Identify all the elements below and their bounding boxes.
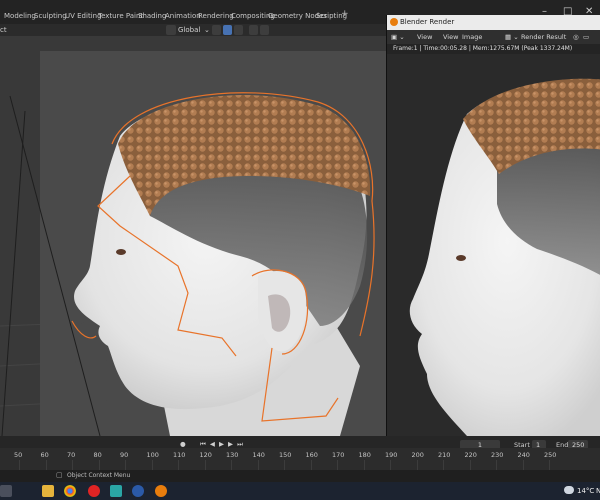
ruler-tick-label: 90 xyxy=(120,451,129,459)
blender-taskbar-icon[interactable] xyxy=(155,485,167,497)
guide-line xyxy=(1,110,26,436)
snap-target-icon[interactable] xyxy=(234,25,243,35)
ruler-tick-label: 230 xyxy=(491,451,504,459)
ruler-tick-label: 250 xyxy=(544,451,557,459)
render-result-canvas[interactable] xyxy=(387,54,600,436)
ruler-tick-line xyxy=(549,460,550,470)
ruler-tick-line xyxy=(231,460,232,470)
image-menu[interactable]: Image xyxy=(462,30,482,44)
ruler-tick-line xyxy=(257,460,259,470)
status-bar: ▢ Object Context Menu xyxy=(0,470,600,482)
ruler-tick-label: 80 xyxy=(93,451,102,459)
ruler-tick-line xyxy=(45,460,47,470)
ruler-tick-label: 130 xyxy=(226,451,239,459)
image-editor-icon[interactable]: ▣ ⌄ xyxy=(391,30,405,44)
object-mode-menu[interactable]: ct xyxy=(0,24,7,36)
orientation-icon xyxy=(166,25,176,35)
os-taskbar: 14°C N xyxy=(0,482,600,500)
ruler-tick-line xyxy=(522,460,524,470)
image-browse-icon[interactable]: ▦ ⌄ xyxy=(505,30,519,44)
pivot-icon[interactable] xyxy=(212,25,221,35)
ruler-tick-line xyxy=(98,460,100,470)
image-name-field[interactable]: Render Result xyxy=(521,30,566,44)
ruler-tick-label: 120 xyxy=(199,451,212,459)
folder-icon[interactable]: ▭ xyxy=(583,30,589,44)
view-menu-2[interactable]: View xyxy=(443,30,458,44)
add-workspace-button[interactable]: + xyxy=(341,9,349,19)
ruler-tick-label: 210 xyxy=(438,451,451,459)
ruler-tick-label: 160 xyxy=(305,451,318,459)
falloff-icon[interactable] xyxy=(260,25,269,35)
file-explorer-icon[interactable] xyxy=(42,485,54,497)
frame-ruler[interactable]: 50 60 70 80 90 100 110 120 130 140 150 160 170 180 190… xyxy=(0,448,600,470)
3d-viewport[interactable] xyxy=(0,36,386,436)
mouse-icon: ▢ xyxy=(56,471,63,479)
transform-orientation-dropdown[interactable]: Global xyxy=(178,24,200,36)
viewport-header: ct Global ⌄ xyxy=(0,24,386,36)
ruler-tick-line xyxy=(469,460,471,470)
eye-mesh xyxy=(116,249,126,255)
ruler-tick-line xyxy=(204,460,206,470)
pin-icon[interactable]: ◎ xyxy=(573,30,579,44)
ruler-tick-label: 70 xyxy=(67,451,76,459)
weather-temp[interactable]: 14°C xyxy=(577,482,594,500)
status-hint: Object Context Menu xyxy=(67,472,131,479)
ruler-tick-label: 150 xyxy=(279,451,292,459)
render-image xyxy=(409,78,600,436)
render-window-title: Blender Render xyxy=(400,18,455,26)
ruler-tick-label: 140 xyxy=(252,451,265,459)
ruler-tick-label: 180 xyxy=(358,451,371,459)
ruler-tick-label: 60 xyxy=(40,451,49,459)
ruler-tick-line xyxy=(310,460,312,470)
ruler-tick-line xyxy=(125,460,126,470)
ruler-tick-label: 190 xyxy=(385,451,398,459)
ruler-tick-line xyxy=(72,460,73,470)
ruler-tick-line xyxy=(390,460,391,470)
ruler-tick-line xyxy=(19,460,20,470)
render-eye xyxy=(456,255,466,261)
ruler-tick-label: 220 xyxy=(464,451,477,459)
ruler-tick-label: 200 xyxy=(411,451,424,459)
app-c-icon[interactable] xyxy=(132,485,144,497)
proportional-edit-icon[interactable] xyxy=(249,25,258,35)
chrome-icon[interactable] xyxy=(64,485,76,497)
render-window[interactable]: Blender Render ▣ ⌄ View View Image ▦ ⌄ R… xyxy=(386,15,600,436)
snap-icon[interactable] xyxy=(223,25,232,35)
blender-logo-icon xyxy=(390,18,398,26)
guide-line xyxy=(9,95,101,436)
ruler-tick-line xyxy=(337,460,338,470)
viewport-scene xyxy=(0,92,386,436)
render-info-bar: Frame:1 | Time:00:05.28 | Mem:1275.67M (… xyxy=(387,44,600,54)
ruler-tick-label: 100 xyxy=(146,451,159,459)
ruler-tick-line xyxy=(363,460,365,470)
ruler-tick-label: 110 xyxy=(173,451,186,459)
ruler-tick-line xyxy=(151,460,153,470)
ruler-tick-label: 240 xyxy=(517,451,530,459)
ruler-tick-line xyxy=(443,460,444,470)
ruler-tick-label: 50 xyxy=(14,451,23,459)
ruler-tick-line xyxy=(496,460,497,470)
start-icon[interactable] xyxy=(0,485,12,497)
chevron-down-icon: ⌄ xyxy=(204,26,210,34)
image-editor-header: ▣ ⌄ View View Image ▦ ⌄ Render Result ◎ … xyxy=(387,30,600,44)
ruler-tick-line xyxy=(416,460,418,470)
render-stats: Frame:1 | Time:00:05.28 | Mem:1275.67M (… xyxy=(393,45,573,52)
weather-cloud-icon[interactable] xyxy=(564,486,574,494)
render-window-titlebar: Blender Render xyxy=(387,15,600,30)
ruler-tick-line xyxy=(284,460,285,470)
view-menu[interactable]: View xyxy=(417,30,432,44)
ruler-tick-line xyxy=(178,460,179,470)
weather-overflow: N xyxy=(596,487,600,495)
opera-icon[interactable] xyxy=(88,485,100,497)
app-m-icon[interactable] xyxy=(110,485,122,497)
ruler-tick-label: 170 xyxy=(332,451,345,459)
